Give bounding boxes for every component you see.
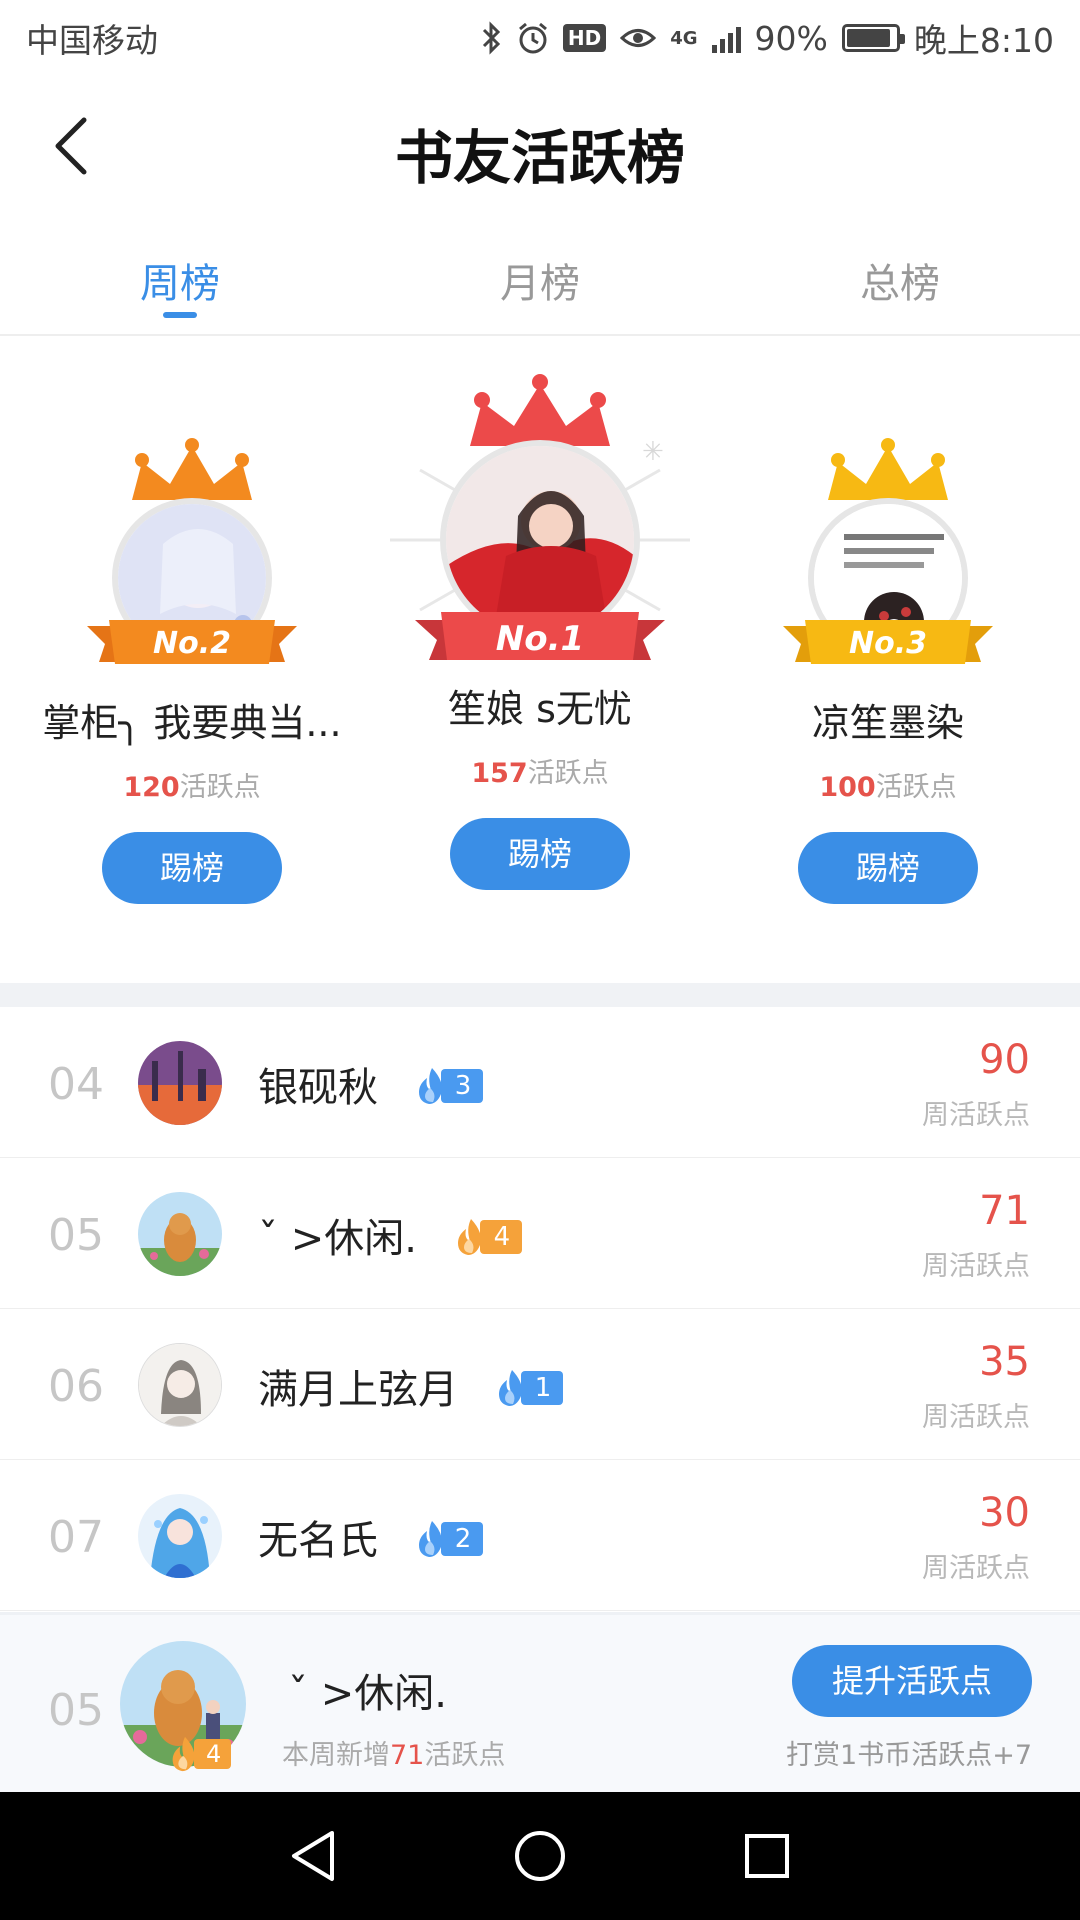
list-item[interactable]: 07 无名氏 2 30 周活跃点 — [0, 1460, 1080, 1611]
kick-button[interactable]: 踢榜 — [798, 832, 978, 904]
avatar[interactable] — [138, 1041, 222, 1125]
tab-total[interactable]: 总榜 — [720, 216, 1080, 334]
avatar[interactable] — [138, 1192, 222, 1276]
rank-number: 06 — [48, 1361, 104, 1412]
status-icons: HD 4G 90% 晚上8:10 — [481, 14, 1054, 62]
podium-name: 凉笙墨染 — [811, 701, 964, 745]
ranking-list: 04 银砚秋 3 90 周活跃点 05 ˇ >休闲. 4 71 周活跃点 06 … — [0, 1007, 1080, 1611]
podium-name: 笙娘 s无忧 — [448, 687, 632, 731]
clock: 晚上8:10 — [913, 21, 1054, 60]
hd-badge: HD — [562, 24, 607, 52]
status-bar: 中国移动 HD 4G 90% 晚上8:10 — [0, 0, 1080, 76]
weekly-points: 71 周活跃点 — [922, 1188, 1030, 1282]
rank-ribbon: No.3 — [783, 616, 993, 670]
rank-number: 04 — [48, 1059, 104, 1110]
avatar[interactable] — [138, 1494, 222, 1578]
kick-button[interactable]: 踢榜 — [102, 832, 282, 904]
podium-third: No.3 凉笙墨染 100活跃点 踢榜 — [708, 438, 1068, 904]
svg-text:✳: ✳ — [642, 437, 664, 467]
user-name: 满月上弦月 1 — [258, 1357, 564, 1415]
bluetooth-icon — [481, 21, 503, 55]
user-name: 银砚秋 3 — [258, 1055, 484, 1113]
level-badge: 2 — [415, 1519, 484, 1559]
flame-icon — [418, 1521, 442, 1557]
page-title: 书友活跃榜 — [394, 124, 685, 192]
triangle-back-icon — [292, 1831, 335, 1881]
podium-points: 100活跃点 — [819, 772, 957, 803]
flame-icon — [457, 1219, 481, 1255]
network-type: 4G — [670, 28, 698, 49]
battery-percent: 90% — [754, 18, 828, 58]
list-item[interactable]: 05 ˇ >休闲. 4 71 周活跃点 — [0, 1158, 1080, 1309]
podium-points: 120活跃点 — [123, 772, 261, 803]
podium-second: No.2 掌柜╮ 我要典当... 120活跃点 踢榜 — [12, 438, 372, 904]
nav-back-button[interactable] — [273, 1816, 353, 1896]
list-item[interactable]: 06 满月上弦月 1 35 周活跃点 — [0, 1309, 1080, 1460]
podium-points: 157活跃点 — [471, 758, 609, 789]
flame-icon — [498, 1370, 522, 1406]
carrier-label: 中国移动 — [26, 21, 158, 60]
ranking-tabs: 周榜 月榜 总榜 — [0, 216, 1080, 336]
tab-weekly[interactable]: 周榜 — [0, 216, 360, 334]
boost-activity-button[interactable]: 提升活跃点 — [792, 1645, 1032, 1717]
user-name: 无名氏 2 — [258, 1508, 484, 1566]
level-badge: 3 — [415, 1066, 484, 1106]
my-level-badge: 4 — [168, 1735, 232, 1773]
circle-home-icon — [514, 1831, 565, 1881]
avatar[interactable] — [138, 1343, 222, 1427]
podium-name: 掌柜╮ 我要典当... — [42, 701, 342, 745]
rank-ribbon: No.2 — [87, 616, 297, 670]
user-name: ˇ >休闲. 4 — [258, 1206, 523, 1264]
nav-recents-button[interactable] — [727, 1816, 807, 1896]
nav-home-button[interactable] — [500, 1816, 580, 1896]
flame-icon — [172, 1736, 195, 1772]
my-name: ˇ >休闲. — [288, 1671, 447, 1717]
battery-icon — [841, 24, 905, 52]
my-rank-bar: 05 4 ˇ >休闲. 本周新增71活跃点 提升活跃点 打赏1书币活跃点+7 — [0, 1612, 1080, 1792]
rank-number: 07 — [48, 1512, 104, 1563]
rank-number: 05 — [48, 1210, 104, 1261]
weekly-points: 35 周活跃点 — [922, 1339, 1030, 1433]
my-rank-number: 05 — [48, 1685, 104, 1736]
eye-comfort-icon — [620, 25, 657, 51]
system-nav-bar — [0, 1792, 1080, 1920]
podium-first: ✳ No.1 笙娘 s无忧 157活跃点 踢榜 — [360, 374, 720, 890]
level-badge: 1 — [495, 1368, 564, 1408]
alarm-icon — [517, 21, 549, 55]
weekly-points: 90 周活跃点 — [922, 1037, 1030, 1131]
weekly-points: 30 周活跃点 — [922, 1490, 1030, 1584]
flame-icon — [418, 1068, 442, 1104]
level-badge: 4 — [454, 1217, 523, 1257]
header: 书友活跃榜 — [0, 76, 1080, 216]
rank-ribbon: No.1 — [415, 612, 665, 666]
my-weekly-points: 本周新增71活跃点 — [282, 1740, 506, 1771]
top-three-podium: No.2 掌柜╮ 我要典当... 120活跃点 踢榜 ✳ No.1 笙娘 s无忧… — [0, 338, 1080, 983]
list-item[interactable]: 04 银砚秋 3 90 周活跃点 — [0, 1007, 1080, 1158]
active-readers-ranking-page: 中国移动 HD 4G 90% 晚上8:10 书友活跃榜 周榜 月榜 总榜 No.… — [0, 0, 1080, 1920]
signal-icon — [711, 23, 741, 53]
section-divider — [0, 983, 1080, 1007]
square-recents-icon — [744, 1834, 789, 1878]
kick-button[interactable]: 踢榜 — [450, 818, 630, 890]
tab-monthly[interactable]: 月榜 — [360, 216, 720, 334]
reward-tip: 打赏1书币活跃点+7 — [786, 1740, 1032, 1771]
